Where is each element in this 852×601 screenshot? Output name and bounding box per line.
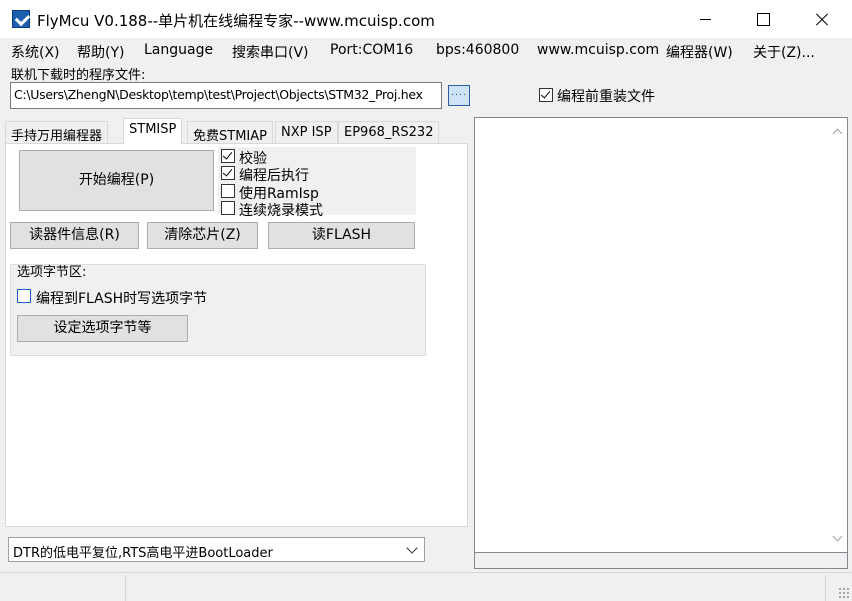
menu-about[interactable]: 关于(Z)...: [753, 42, 815, 62]
window-title: FlyMcu V0.188--单片机在线编程专家--www.mcuisp.com: [37, 12, 435, 30]
close-button[interactable]: [793, 0, 851, 38]
continuous-burn-checkbox[interactable]: [221, 201, 235, 215]
menu-system[interactable]: 系统(X): [11, 42, 60, 62]
set-option-bytes-button[interactable]: 设定选项字节等: [17, 315, 188, 342]
erase-chip-button[interactable]: 清除芯片(Z): [147, 222, 258, 249]
chevron-down-icon[interactable]: [406, 542, 418, 554]
file-label: 联机下载时的程序文件:: [11, 68, 146, 83]
reload-file-label: 编程前重装文件: [557, 89, 655, 105]
tab-handheld-programmer[interactable]: 手持万用编程器: [5, 121, 109, 144]
maximize-button[interactable]: [735, 0, 793, 38]
read-flash-button[interactable]: 读FLASH: [268, 222, 415, 249]
read-device-info-button[interactable]: 读器件信息(R): [10, 222, 139, 249]
tab-nxp-isp[interactable]: NXP ISP: [275, 121, 338, 143]
menu-bar: 系统(X) 帮助(Y) Language 搜索串口(V) Port:COM16 …: [0, 38, 852, 64]
start-programming-button[interactable]: 开始编程(P): [19, 150, 214, 211]
status-bar: [0, 572, 852, 601]
minimize-button[interactable]: [677, 0, 735, 38]
output-log[interactable]: [474, 117, 848, 553]
file-path-input[interactable]: C:\Users\ZhengN\Desktop\temp\test\Projec…: [10, 82, 442, 109]
title-bar: FlyMcu V0.188--单片机在线编程专家--www.mcuisp.com: [0, 0, 852, 38]
scroll-down-icon[interactable]: [832, 531, 843, 542]
continuous-burn-label: 连续烧录模式: [239, 203, 323, 219]
tab-free-stmiap[interactable]: 免费STMIAP: [187, 121, 273, 144]
status-segment-2: [126, 575, 826, 601]
verify-checkbox[interactable]: [221, 149, 235, 163]
menu-programmer[interactable]: 编程器(W): [666, 42, 733, 62]
tab-ep968-rs232[interactable]: EP968_RS232: [338, 121, 440, 143]
menu-help[interactable]: 帮助(Y): [77, 42, 124, 62]
status-segment-1: [0, 575, 126, 601]
horizontal-scrollbar[interactable]: [474, 553, 848, 569]
app-icon: [12, 10, 30, 28]
menu-language[interactable]: Language: [144, 42, 213, 58]
browse-button[interactable]: ....: [448, 85, 470, 106]
resize-grip-icon[interactable]: [838, 587, 850, 599]
option-bytes-title: 选项字节区:: [17, 265, 87, 280]
scroll-up-icon[interactable]: [832, 128, 843, 139]
use-ramisp-checkbox[interactable]: [221, 184, 235, 198]
menu-website[interactable]: www.mcuisp.com: [537, 42, 659, 58]
reload-file-checkbox[interactable]: [539, 88, 553, 102]
write-option-bytes-label: 编程到FLASH时写选项字节: [36, 291, 208, 307]
menu-bps[interactable]: bps:460800: [436, 42, 519, 58]
tab-stmisp[interactable]: STMISP: [123, 118, 183, 144]
menu-search-port[interactable]: 搜索串口(V): [232, 42, 309, 62]
run-after-program-label: 编程后执行: [239, 168, 309, 184]
run-after-program-checkbox[interactable]: [221, 166, 235, 180]
write-option-bytes-checkbox[interactable]: [17, 289, 31, 303]
reset-mode-value: DTR的低电平复位,RTS高电平进BootLoader: [13, 546, 273, 561]
menu-port[interactable]: Port:COM16: [330, 42, 413, 58]
reset-mode-select[interactable]: DTR的低电平复位,RTS高电平进BootLoader: [8, 537, 425, 562]
